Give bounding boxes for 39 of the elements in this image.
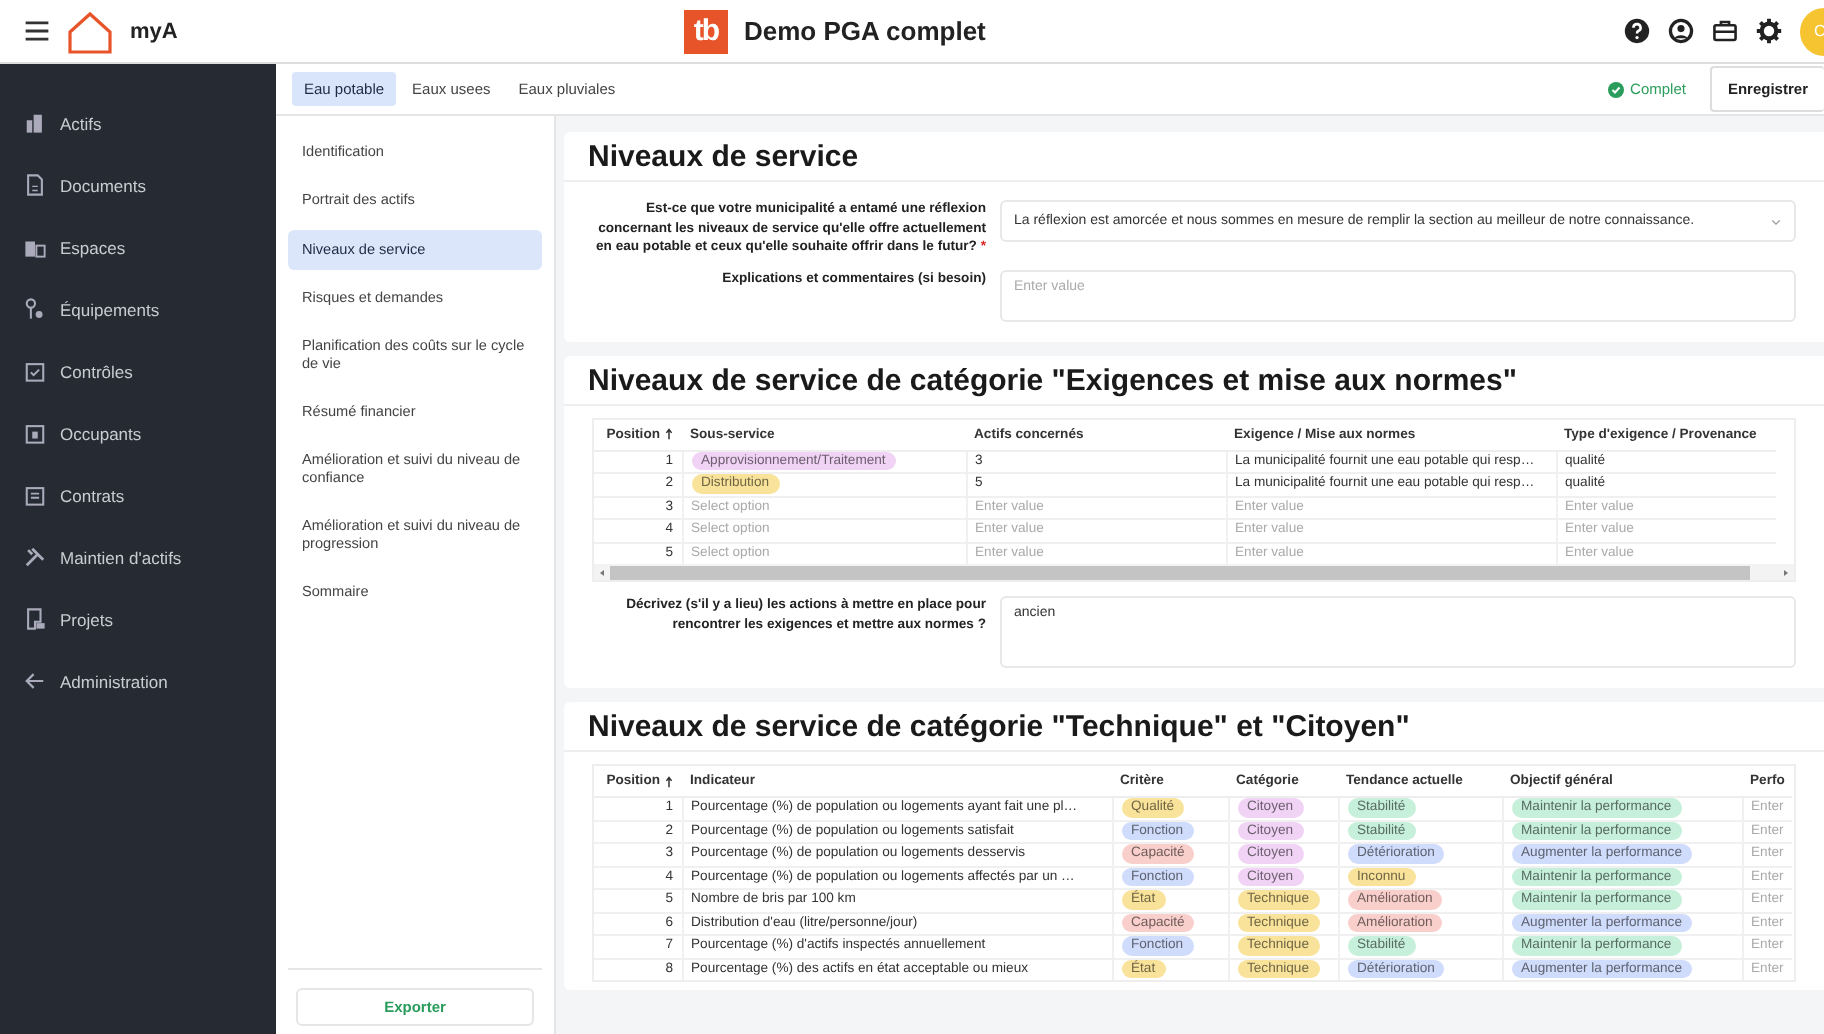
- checklist-icon: [24, 360, 46, 382]
- clipboard-icon: [24, 484, 46, 506]
- sidebar-item[interactable]: Contrats: [0, 464, 276, 526]
- section-title: Niveaux de service: [564, 132, 1824, 182]
- settings-icon[interactable]: [1756, 18, 1782, 44]
- check-circle-icon: [1608, 81, 1625, 97]
- user-icon[interactable]: [1668, 18, 1694, 44]
- help-icon[interactable]: [1624, 18, 1650, 44]
- document-icon: [24, 174, 46, 196]
- logo: tb: [684, 9, 728, 53]
- sidebar-item[interactable]: Administration: [0, 650, 276, 712]
- project-title: Demo PGA complet: [744, 16, 986, 46]
- sort-arrow-icon: [664, 775, 674, 788]
- arrow-left-icon: [24, 670, 46, 692]
- app-name: myA: [130, 19, 178, 43]
- sidebar-item[interactable]: Actifs: [0, 92, 276, 154]
- tools-icon: [24, 298, 46, 320]
- section-title: Niveaux de service de catégorie "Technique" et "Citoyen": [564, 702, 1824, 753]
- section-title: Niveaux de service de catégorie "Exigences et mise aux normes": [564, 355, 1824, 406]
- scroll-left-icon[interactable]: [598, 567, 606, 578]
- wrench-icon: [24, 546, 46, 568]
- sidebar-item[interactable]: Espaces: [0, 216, 276, 278]
- sidebar-item[interactable]: Occupants: [0, 402, 276, 464]
- briefcase-icon[interactable]: [1712, 18, 1738, 44]
- sidebar-item[interactable]: Projets: [0, 588, 276, 650]
- scroll-right-icon[interactable]: [1782, 567, 1790, 578]
- report-icon: [24, 608, 46, 630]
- buildings-icon: [24, 112, 46, 134]
- sidebar-item[interactable]: Contrôles: [0, 340, 276, 402]
- house-icon[interactable]: [66, 9, 114, 53]
- building-icon: [24, 236, 46, 258]
- scrollbar[interactable]: [594, 564, 1794, 581]
- id-card-icon: [24, 422, 46, 444]
- sort-arrow-icon: [664, 428, 674, 441]
- sidebar-item[interactable]: Documents: [0, 154, 276, 216]
- sidebar-item[interactable]: Maintien d'actifs: [0, 526, 276, 588]
- chevron-down-icon: [1770, 215, 1782, 227]
- sidebar-item[interactable]: Équipements: [0, 278, 276, 340]
- menu-icon[interactable]: [24, 18, 50, 44]
